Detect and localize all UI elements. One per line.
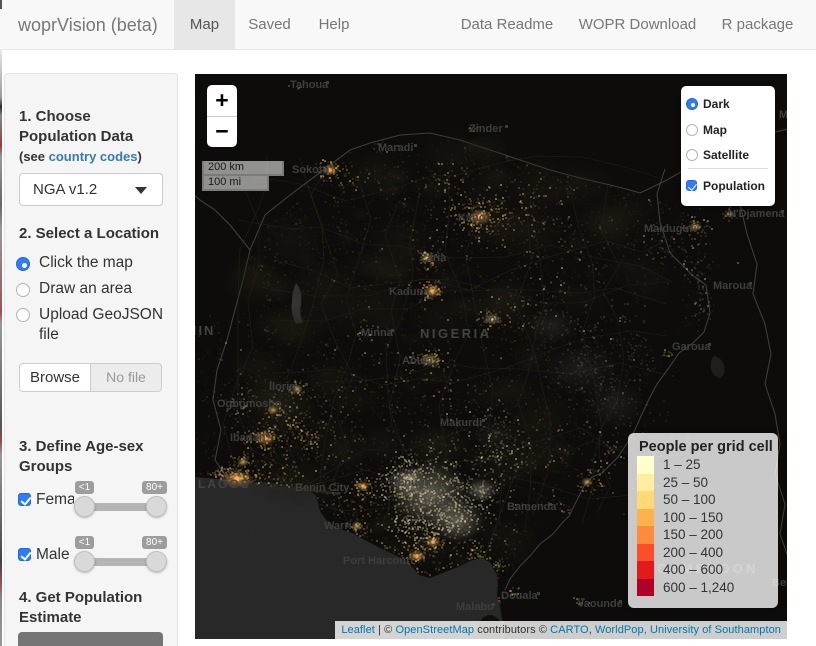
svg-text:Ogbomosho: Ogbomosho [217, 398, 282, 410]
svg-text:Warri: Warri [324, 520, 352, 532]
svg-text:Ibadan: Ibadan [230, 432, 266, 444]
svg-text:Zinder: Zinder [469, 123, 503, 135]
svg-text:Sokoto: Sokoto [292, 164, 330, 176]
svg-text:BENIN: BENIN [195, 323, 215, 338]
svg-text:Port Harcourt: Port Harcourt [343, 555, 414, 567]
svg-text:Tahoua: Tahoua [290, 79, 329, 91]
svg-text:Yaounde: Yaounde [577, 598, 623, 610]
svg-text:Benin City: Benin City [295, 482, 350, 494]
svg-text:Maradi: Maradi [378, 142, 413, 154]
svg-text:Enugu: Enugu [397, 477, 431, 489]
svg-text:Maroua: Maroua [713, 280, 753, 292]
svg-text:Ilorin: Ilorin [269, 381, 296, 393]
svg-text:Abuja: Abuja [402, 355, 433, 367]
svg-text:Malabo: Malabo [456, 601, 494, 613]
svg-text:Kaduna: Kaduna [389, 286, 430, 298]
svg-text:Kano: Kano [458, 212, 486, 224]
svg-text:Bamenda: Bamenda [507, 501, 557, 513]
svg-text:NIGERIA: NIGERIA [420, 326, 492, 341]
svg-text:Maiduguri: Maiduguri [644, 223, 697, 235]
svg-text:Douala: Douala [501, 590, 539, 602]
svg-text:Zaria: Zaria [420, 252, 447, 264]
svg-text:N'Djamena: N'Djamena [728, 208, 785, 220]
svg-text:Jos: Jos [483, 314, 502, 326]
svg-text:Minna: Minna [361, 327, 394, 339]
svg-text:Makurdi: Makurdi [440, 417, 482, 429]
svg-text:Mao: Mao [779, 109, 787, 121]
svg-text:LAGOS: LAGOS [198, 477, 251, 491]
svg-text:Garoua: Garoua [672, 341, 711, 353]
